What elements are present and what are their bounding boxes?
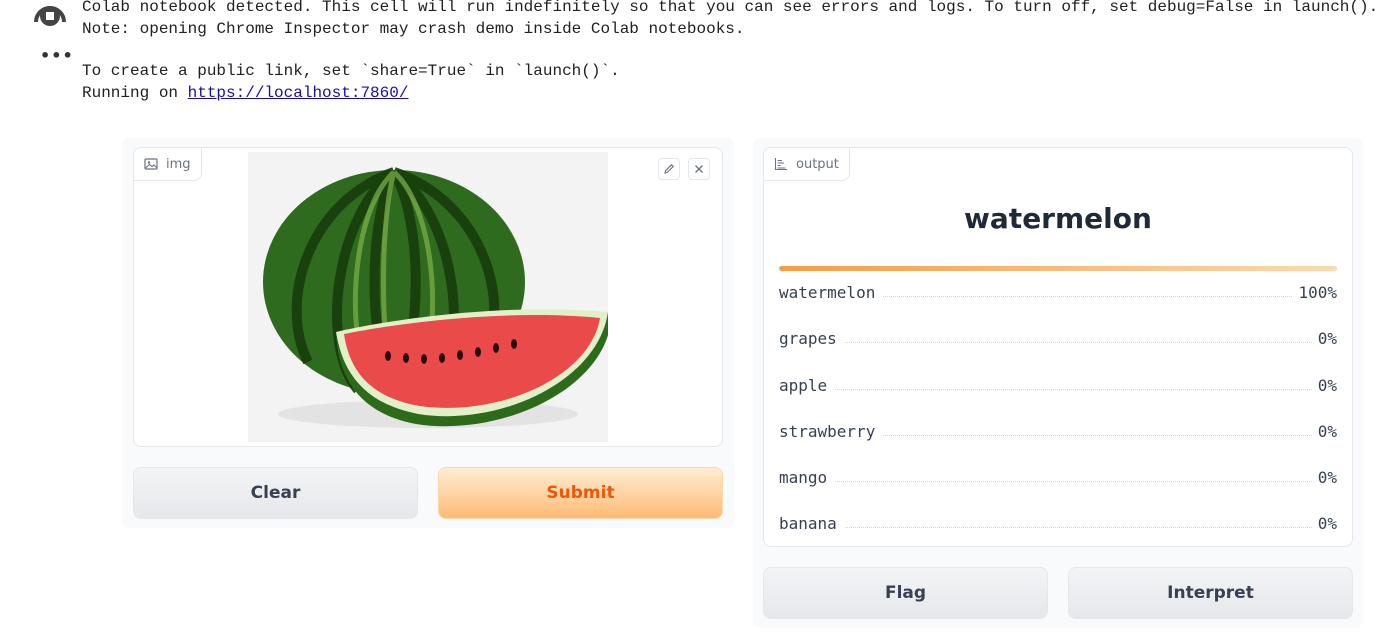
console-line: Running on https://localhost:7860/ [82,82,1376,104]
image-input[interactable]: img [133,147,723,447]
interpret-button[interactable]: Interpret [1068,567,1353,619]
clear-image-button[interactable] [688,158,710,180]
label-output: output watermelon watermelon 100% grapes 0… [763,147,1353,547]
confidence-row: strawberry 0% [779,417,1337,441]
confidence-row: grapes 0% [779,324,1337,348]
more-icon[interactable]: ••• [40,46,74,65]
class-value: 0% [1317,514,1337,533]
output-label: output [796,156,839,172]
class-label: apple [779,376,828,395]
confidence-bar [779,266,1337,271]
localhost-link[interactable]: https://localhost:7860/ [188,84,409,102]
class-value: 100% [1298,283,1337,302]
confidence-row: apple 0% [779,371,1337,395]
class-label: watermelon [779,283,876,302]
class-value: 0% [1317,376,1337,395]
close-icon [695,165,703,173]
prediction-title: watermelon [964,202,1152,235]
flag-button[interactable]: Flag [763,567,1048,619]
class-value: 0% [1317,422,1337,441]
class-label: banana [779,514,837,533]
class-label: strawberry [779,422,876,441]
submit-button[interactable]: Submit [438,467,723,519]
confidence-row: watermelon 100% [779,278,1337,302]
img-label: img [166,156,191,172]
class-value: 0% [1317,329,1337,348]
class-label: grapes [779,329,837,348]
class-label: mango [779,468,828,487]
running-on-text: Running on [82,84,188,102]
chart-icon [774,158,787,171]
watermelon-image [248,152,610,442]
console-line: To create a public link, set `share=True… [82,62,620,80]
edit-button[interactable] [658,158,680,180]
image-icon [144,158,158,170]
output-label-tag: output [764,148,850,181]
console-line: Note: opening Chrome Inspector may crash… [82,20,745,38]
clear-button[interactable]: Clear [133,467,418,519]
stop-run-icon[interactable] [33,0,67,30]
class-value: 0% [1317,468,1337,487]
confidence-row: banana 0% [779,509,1337,533]
confidence-row: mango 0% [779,463,1337,487]
console-line: Colab notebook detected. This cell will … [82,0,1376,16]
cell-output: Colab notebook detected. This cell will … [82,0,1376,104]
img-label-tag: img [134,148,202,181]
edit-icon [664,164,674,174]
